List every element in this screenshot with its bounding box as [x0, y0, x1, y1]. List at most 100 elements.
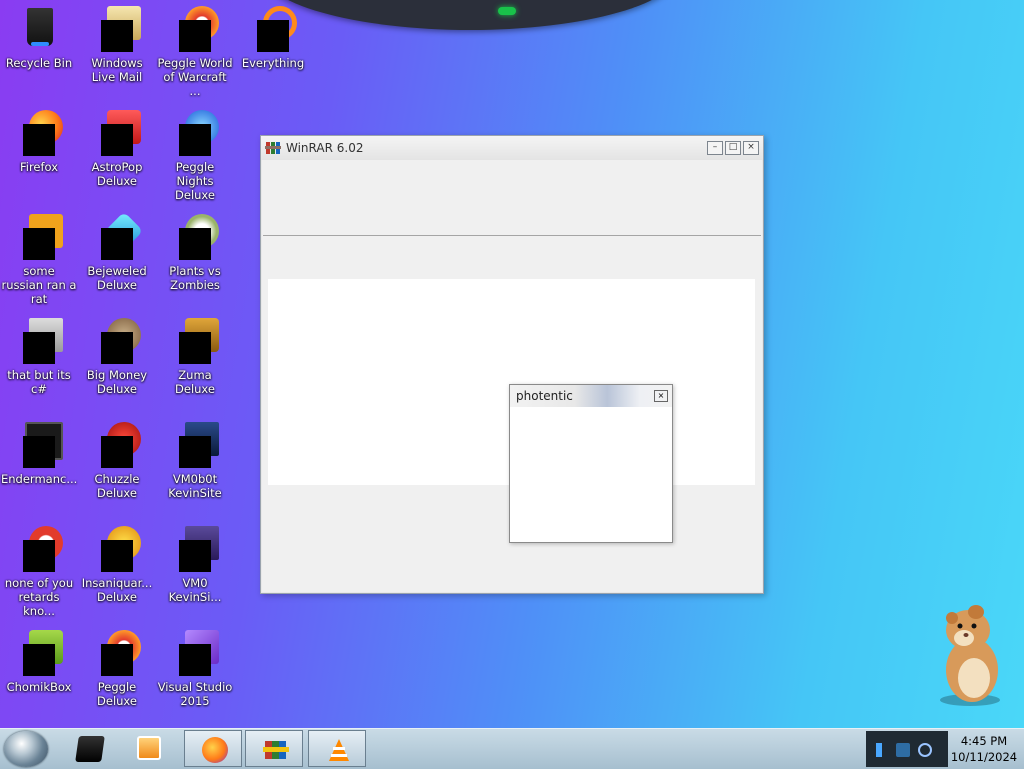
desktop-icon-label: Plants vs Zombies	[169, 264, 221, 292]
desktop-icon-insaniquarium[interactable]: Insaniquar... Deluxe	[78, 526, 156, 604]
plants-vs-zombies-icon	[171, 214, 219, 262]
desktop-icon-endermanc[interactable]: Endermanc...	[0, 422, 78, 486]
desktop-icon-label: Visual Studio 2015	[157, 680, 233, 708]
winrar-icon	[265, 142, 281, 154]
desktop-icon-peggle-wow[interactable]: Peggle World of Warcraft ...	[156, 6, 234, 98]
window-titlebar[interactable]: WinRAR 6.02 – □ ×	[261, 136, 763, 160]
desktop-icon-peggle-nights[interactable]: Peggle Nights Deluxe	[156, 110, 234, 202]
recycle-bin-icon	[15, 6, 63, 54]
desktop-icon-label: some russian ran a rat	[1, 264, 77, 306]
top-dock	[260, 0, 680, 30]
media-player-icon	[137, 736, 161, 760]
vlc-icon	[329, 739, 349, 761]
desktop-icon-astropop[interactable]: AstroPop Deluxe	[78, 110, 156, 188]
taskbar-item-vlc[interactable]	[308, 730, 366, 767]
taskbar-clock[interactable]: 4:45 PM 10/11/2024	[944, 733, 1024, 765]
chuzzle-icon	[93, 422, 141, 470]
volume-icon[interactable]	[918, 743, 932, 757]
desktop-icon-label: Everything	[241, 56, 305, 70]
desktop-icon-everything[interactable]: Everything	[234, 6, 312, 70]
maximize-button[interactable]: □	[725, 141, 741, 155]
app-icon	[15, 526, 63, 574]
desktop-icon-label: AstroPop Deluxe	[91, 160, 143, 188]
hamster-mascot	[940, 605, 1000, 706]
desktop-icon-label: Bejeweled Deluxe	[87, 264, 147, 292]
media-center-icon	[75, 736, 105, 762]
photentic-dialog[interactable]: photentic ×	[509, 384, 673, 543]
desktop-icon-bejeweled[interactable]: Bejeweled Deluxe	[78, 211, 156, 292]
clock-date: 10/11/2024	[950, 750, 1018, 764]
desktop-icon-label: Insaniquar... Deluxe	[81, 576, 153, 604]
desktop-icon-label: Recycle Bin	[5, 56, 73, 70]
desktop-icon-label: VM0 KevinSi...	[168, 576, 222, 604]
taskbar-item-winrar[interactable]	[245, 730, 303, 767]
mail-icon	[93, 6, 141, 54]
network-icon[interactable]	[896, 743, 910, 757]
desktop-icon-chomikbox[interactable]: ChomikBox	[0, 630, 78, 694]
window-toolbar	[263, 160, 761, 236]
desktop-icon-label: VM0b0t KevinSite	[168, 472, 222, 500]
desktop-icon-peggle-deluxe[interactable]: Peggle Deluxe	[78, 630, 156, 708]
desktop-icon-label: that but its c#	[7, 368, 71, 396]
desktop-icon-zuma[interactable]: Zuma Deluxe	[156, 318, 234, 396]
bejeweled-icon	[93, 211, 144, 262]
document-icon	[171, 526, 219, 574]
dialog-close-button[interactable]: ×	[654, 390, 668, 402]
desktop-icon-label: Chuzzle Deluxe	[94, 472, 140, 500]
window-title: WinRAR 6.02	[286, 141, 364, 155]
close-button[interactable]: ×	[743, 141, 759, 155]
big-money-icon	[93, 318, 141, 366]
chomikbox-icon	[15, 630, 63, 678]
desktop-icon-label: Zuma Deluxe	[175, 368, 215, 396]
visual-studio-icon	[171, 630, 219, 678]
taskbar-item-firefox[interactable]	[184, 730, 242, 767]
terminal-icon	[15, 422, 63, 470]
desktop-icon-label: Peggle World of Warcraft ...	[157, 56, 233, 98]
desktop-icon-label: Firefox	[19, 160, 59, 174]
tray-indicator-icon[interactable]	[876, 743, 882, 757]
desktop-icon-none-of-you[interactable]: none of you retards kno...	[0, 526, 78, 618]
desktop-icon-label: Peggle Deluxe	[97, 680, 137, 708]
fish-icon	[93, 526, 141, 574]
desktop-icon-chuzzle[interactable]: Chuzzle Deluxe	[78, 422, 156, 500]
minimize-button[interactable]: –	[707, 141, 723, 155]
desktop-icon-label: Windows Live Mail	[91, 56, 143, 84]
desktop-icon-plants-vs-zombies[interactable]: Plants vs Zombies	[156, 214, 234, 292]
firefox-icon	[15, 110, 63, 158]
tray-icons-area	[866, 731, 948, 767]
desktop-icon-big-money[interactable]: Big Money Deluxe	[78, 318, 156, 396]
astropop-icon	[93, 110, 141, 158]
search-icon	[249, 6, 297, 54]
taskbar: 4:45 PM 10/11/2024	[0, 728, 1024, 769]
app-icon	[15, 214, 63, 262]
desktop-icon-label: Big Money Deluxe	[86, 368, 148, 396]
desktop-icon-label: Endermanc...	[1, 472, 78, 486]
taskbar-item-media-center[interactable]	[60, 730, 118, 767]
desktop-icon-vm0b0t[interactable]: VM0b0t KevinSite	[156, 422, 234, 500]
monitor-icon	[171, 422, 219, 470]
desktop-icon-windows-live-mail[interactable]: Windows Live Mail	[78, 6, 156, 84]
desktop-icon-label: Peggle Nights Deluxe	[175, 160, 215, 202]
peggle-icon	[171, 6, 219, 54]
desktop-icon-vm0-kevinsite[interactable]: VM0 KevinSi...	[156, 526, 234, 604]
dialog-title: photentic	[516, 389, 573, 403]
system-tray: 4:45 PM 10/11/2024	[866, 729, 1024, 769]
dialog-titlebar[interactable]: photentic ×	[510, 385, 672, 407]
desktop-icon-label: none of you retards kno...	[4, 576, 74, 618]
peggle-icon	[93, 630, 141, 678]
desktop-icon-some-russian[interactable]: some russian ran a rat	[0, 214, 78, 306]
desktop-icon-that-but-its-csharp[interactable]: that but its c#	[0, 318, 78, 396]
start-button[interactable]	[4, 731, 48, 767]
firefox-icon	[202, 737, 228, 763]
desktop-icon-visual-studio[interactable]: Visual Studio 2015	[156, 630, 234, 708]
desktop-icon-firefox[interactable]: Firefox	[0, 110, 78, 174]
status-led	[498, 7, 516, 15]
winrar-icon	[263, 741, 289, 759]
zuma-icon	[171, 318, 219, 366]
taskbar-item-media-player[interactable]	[120, 730, 178, 767]
copy-icon	[15, 318, 63, 366]
desktop-icon-recycle-bin[interactable]: Recycle Bin	[0, 6, 78, 70]
desktop-icon-label: ChomikBox	[6, 680, 72, 694]
peggle-nights-icon	[171, 110, 219, 158]
clock-time: 4:45 PM	[960, 734, 1008, 748]
